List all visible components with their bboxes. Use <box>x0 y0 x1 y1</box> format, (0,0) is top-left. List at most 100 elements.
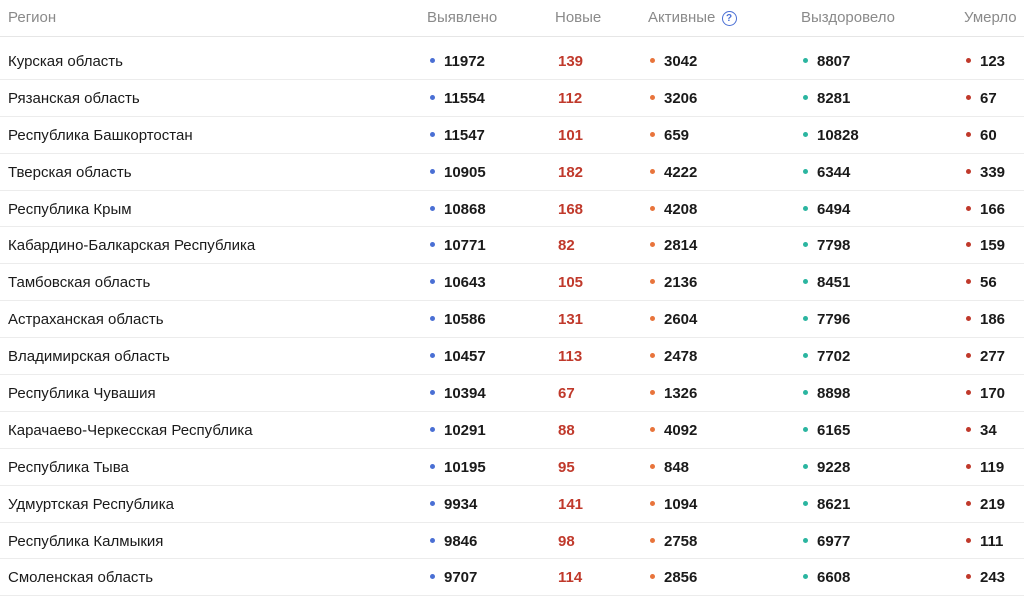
active-cell-dot-icon <box>650 537 655 543</box>
region-cell: Курская область <box>8 53 123 70</box>
table-row: Владимирская область 10457 113 2478 7702 277 <box>0 338 1024 376</box>
recovered-cell: 7702 <box>803 348 850 365</box>
new-cell-value: 112 <box>558 89 583 107</box>
detected-cell: 10394 <box>430 385 486 402</box>
died-cell: 243 <box>966 569 1005 586</box>
recovered-cell-value: 6977 <box>817 532 851 550</box>
detected-cell: 10868 <box>430 201 486 218</box>
recovered-cell-dot-icon <box>803 390 808 396</box>
recovered-cell-dot-icon <box>803 574 808 580</box>
recovered-cell: 8807 <box>803 53 850 70</box>
header-active-label[interactable]: Активные <box>648 9 715 26</box>
died-cell-dot-icon <box>966 574 971 580</box>
detected-cell-dot-icon <box>430 390 435 396</box>
header-active[interactable]: Активные ? <box>648 9 737 26</box>
detected-cell-value: 10586 <box>444 311 486 329</box>
recovered-cell-value: 6344 <box>817 163 851 181</box>
detected-cell: 11547 <box>430 127 485 144</box>
region-cell: Удмуртская Республика <box>8 496 174 513</box>
active-cell-value: 2814 <box>664 237 698 255</box>
active-cell: 4222 <box>650 164 697 181</box>
header-region[interactable]: Регион <box>8 9 56 26</box>
died-cell: 166 <box>966 201 1005 218</box>
detected-cell-value: 10905 <box>444 163 486 181</box>
active-cell-dot-icon <box>650 168 655 174</box>
region-cell: Республика Башкортостан <box>8 127 193 144</box>
region-cell-value: Рязанская область <box>8 89 140 107</box>
table-row: Тамбовская область 10643 105 2136 8451 56 <box>0 264 1024 302</box>
recovered-cell-value: 7796 <box>817 311 851 329</box>
help-icon[interactable]: ? <box>721 11 737 26</box>
died-cell-value: 56 <box>980 274 997 292</box>
recovered-cell-dot-icon <box>803 500 808 506</box>
died-cell-value: 67 <box>980 89 997 107</box>
new-cell: 131 <box>558 311 583 328</box>
recovered-cell: 8898 <box>803 385 850 402</box>
recovered-cell-value: 8451 <box>817 274 851 292</box>
died-cell-dot-icon <box>966 463 971 469</box>
new-cell: 182 <box>558 164 583 181</box>
recovered-cell-value: 6608 <box>817 569 851 587</box>
detected-cell-dot-icon <box>430 205 435 211</box>
recovered-cell-dot-icon <box>803 242 808 248</box>
active-cell-value: 1094 <box>664 495 698 513</box>
new-cell: 168 <box>558 201 583 218</box>
recovered-cell-dot-icon <box>803 279 808 285</box>
detected-cell-value: 10771 <box>444 237 486 255</box>
died-cell: 111 <box>966 533 1003 550</box>
detected-cell-dot-icon <box>430 279 435 285</box>
active-cell-value: 4092 <box>664 421 698 439</box>
new-cell-value: 105 <box>558 274 584 292</box>
new-cell-value: 139 <box>558 53 584 70</box>
table-row: Республика Тыва 10195 95 848 9228 119 <box>0 449 1024 486</box>
recovered-cell-value: 8621 <box>817 495 851 513</box>
new-cell-value: 182 <box>558 163 584 181</box>
header-detected[interactable]: Выявлено <box>427 9 497 26</box>
recovered-cell: 6165 <box>803 422 850 439</box>
header-died[interactable]: Умерло <box>964 9 1017 26</box>
detected-cell: 10905 <box>430 164 486 181</box>
new-cell: 141 <box>558 496 583 513</box>
detected-cell-dot-icon <box>430 316 435 322</box>
region-cell: Республика Тыва <box>8 459 129 476</box>
new-cell: 67 <box>558 385 575 402</box>
recovered-cell-dot-icon <box>803 131 808 137</box>
region-cell: Тамбовская область <box>8 274 150 291</box>
recovered-cell: 10828 <box>803 127 859 144</box>
recovered-cell-value: 8281 <box>817 89 851 107</box>
region-cell-value: Республика Башкортостан <box>8 126 193 144</box>
died-cell-value: 123 <box>980 53 1006 70</box>
active-cell-dot-icon <box>650 94 655 100</box>
recovered-cell-value: 7798 <box>817 237 851 255</box>
header-new[interactable]: Новые <box>555 9 601 26</box>
recovered-cell-value: 9228 <box>817 458 851 476</box>
regions-table: Регион Выявлено Новые Активные ? Выздоро… <box>0 0 1024 600</box>
header-recovered[interactable]: Выздоровело <box>801 9 895 26</box>
active-cell-value: 2856 <box>664 569 698 587</box>
recovered-cell-dot-icon <box>803 316 808 322</box>
recovered-cell: 6344 <box>803 164 850 181</box>
detected-cell-value: 9846 <box>444 532 478 550</box>
active-cell-value: 1326 <box>664 385 698 403</box>
died-cell: 170 <box>966 385 1005 402</box>
new-cell-value: 113 <box>558 348 583 366</box>
active-cell-value: 4222 <box>664 163 698 181</box>
region-cell: Республика Крым <box>8 201 132 218</box>
died-cell: 119 <box>966 459 1004 476</box>
active-cell-value: 4208 <box>664 200 698 218</box>
died-cell-value: 119 <box>980 458 1005 476</box>
died-cell-value: 34 <box>980 421 997 439</box>
died-cell-dot-icon <box>966 279 971 285</box>
region-cell-value: Карачаево-Черкесская Республика <box>8 421 253 439</box>
died-cell: 186 <box>966 311 1005 328</box>
new-cell-value: 101 <box>558 126 584 144</box>
active-cell-value: 2604 <box>664 311 698 329</box>
recovered-cell-dot-icon <box>803 353 808 359</box>
active-cell-dot-icon <box>650 242 655 248</box>
died-cell-value: 159 <box>980 237 1006 255</box>
recovered-cell: 6608 <box>803 569 850 586</box>
detected-cell-value: 10868 <box>444 200 486 218</box>
active-cell-dot-icon <box>650 500 655 506</box>
active-cell-value: 3206 <box>664 89 698 107</box>
table-row: Рязанская область 11554 112 3206 8281 67 <box>0 80 1024 117</box>
